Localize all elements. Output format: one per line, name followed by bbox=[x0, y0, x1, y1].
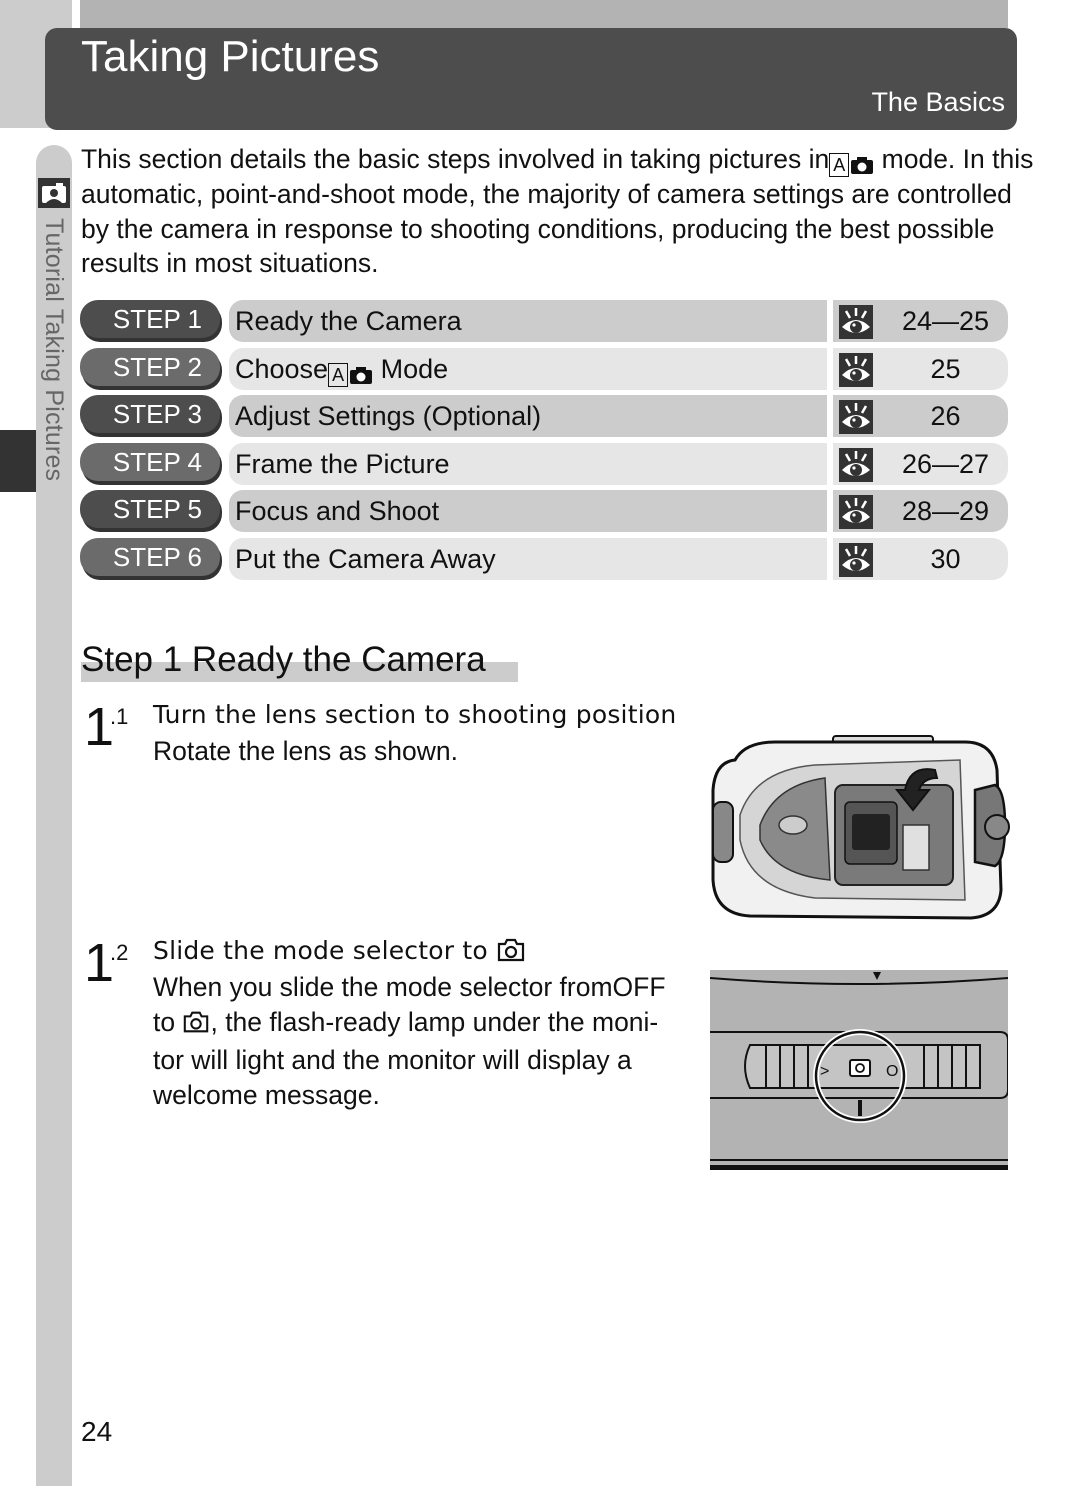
page-subtitle: The Basics bbox=[871, 87, 1005, 117]
step-title: Focus and Shoot bbox=[229, 490, 827, 533]
substep-body-line: to , the flash-ready lamp under the moni… bbox=[153, 1005, 693, 1044]
substep-title-text: Slide the mode selector to bbox=[153, 936, 488, 965]
step-row[interactable]: STEP 5 Focus and Shoot 28—29 bbox=[80, 490, 1010, 533]
auto-mode-box: A bbox=[829, 153, 850, 177]
step-title: Put the Camera Away bbox=[229, 537, 827, 580]
steps-overview-table: STEP 1 Ready the Camera 24—25 STEP 2 Cho… bbox=[80, 300, 1010, 586]
page-header: Taking Pictures The Basics bbox=[45, 28, 1017, 130]
eye-reference-icon bbox=[839, 352, 873, 387]
step-row[interactable]: STEP 6 Put the Camera Away 30 bbox=[80, 537, 1010, 580]
step-row[interactable]: STEP 3 Adjust Settings (Optional) 26 bbox=[80, 395, 1010, 438]
substep-minor-number: .1 bbox=[110, 704, 129, 729]
step-page-number: 24—25 bbox=[901, 306, 990, 336]
step-page-ref[interactable]: 24—25 bbox=[833, 300, 1008, 342]
step-badge: STEP 5 bbox=[80, 490, 220, 529]
substep-body-line: tor will light and the monitor will disp… bbox=[153, 1045, 632, 1075]
step-page-ref[interactable]: 30 bbox=[833, 537, 1008, 580]
intro-paragraph: This section details the basic steps inv… bbox=[81, 142, 1041, 281]
step-page-ref[interactable]: 26—27 bbox=[833, 442, 1008, 485]
mode-selector-illustration: > O bbox=[709, 970, 1009, 1170]
auto-mode-box: A bbox=[328, 362, 349, 387]
side-tab-label: Tutorial Taking Pictures bbox=[40, 218, 68, 482]
body-text: When you slide the mode selector from bbox=[153, 972, 613, 1002]
page-title: Taking Pictures bbox=[81, 32, 380, 81]
body-text: , the flash-ready lamp under the moni- bbox=[210, 1006, 659, 1037]
substep-body-line: When you slide the mode selector fromOFF bbox=[153, 970, 693, 1005]
eye-reference-icon bbox=[839, 495, 873, 530]
step-row[interactable]: STEP 4 Frame the Picture 26—27 bbox=[80, 442, 1010, 485]
substep-title: Turn the lens section to shooting positi… bbox=[153, 700, 677, 729]
step-title-suffix: Mode bbox=[373, 353, 449, 384]
step-page-ref[interactable]: 25 bbox=[833, 347, 1008, 390]
eye-reference-icon bbox=[839, 400, 873, 435]
header-top-band bbox=[80, 0, 1008, 28]
step-badge: STEP 1 bbox=[80, 300, 220, 338]
substep-body-line: welcome message. bbox=[153, 1079, 380, 1110]
step-badge: STEP 4 bbox=[80, 442, 220, 481]
substep-body: When you slide the mode selector fromOFF… bbox=[153, 970, 693, 1112]
step-title: Ready the Camera bbox=[229, 300, 827, 342]
page-number: 24 bbox=[81, 1416, 113, 1447]
step-row[interactable]: STEP 2 Choose A Mode 25 bbox=[80, 347, 1010, 390]
intro-text-start: This section details the basic steps inv… bbox=[81, 144, 830, 174]
step-page-number: 28—29 bbox=[901, 496, 990, 527]
auto-camera-mode-icon: A bbox=[328, 362, 373, 387]
off-label: OFF bbox=[612, 972, 666, 1002]
side-tab-marker bbox=[0, 430, 36, 492]
camera-icon bbox=[182, 1009, 210, 1044]
step-page-number: 25 bbox=[930, 353, 961, 384]
step-title-prefix: Choose bbox=[235, 353, 329, 384]
svg-text:>: > bbox=[820, 1063, 829, 1080]
eye-reference-icon bbox=[839, 447, 873, 482]
camera-mode-icon bbox=[38, 178, 70, 208]
auto-camera-mode-icon: A bbox=[829, 153, 874, 177]
step-badge: STEP 2 bbox=[80, 347, 220, 386]
step-row[interactable]: STEP 1 Ready the Camera 24—25 bbox=[80, 300, 1010, 342]
camera-lens-rotation-illustration bbox=[705, 730, 1015, 925]
eye-reference-icon bbox=[839, 305, 873, 339]
substep-minor-number: .2 bbox=[110, 940, 129, 965]
camera-icon bbox=[496, 937, 526, 969]
step-page-number: 26—27 bbox=[901, 448, 990, 479]
section-heading: Step 1 Ready the Camera bbox=[81, 640, 486, 679]
step-page-number: 30 bbox=[930, 543, 961, 574]
step-badge: STEP 6 bbox=[80, 537, 220, 576]
step-title: Choose A Mode bbox=[229, 347, 827, 390]
step-page-number: 26 bbox=[930, 401, 961, 432]
step-title: Adjust Settings (Optional) bbox=[229, 395, 827, 438]
substep-title: Slide the mode selector to bbox=[153, 936, 526, 969]
step-title: Frame the Picture bbox=[229, 442, 827, 485]
substep-body: Rotate the lens as shown. bbox=[153, 736, 458, 766]
body-text: to bbox=[153, 1006, 183, 1037]
step-page-ref[interactable]: 28—29 bbox=[833, 490, 1008, 533]
svg-text:O: O bbox=[886, 1063, 898, 1080]
eye-reference-icon bbox=[839, 542, 873, 577]
step-badge: STEP 3 bbox=[80, 395, 220, 434]
step-page-ref[interactable]: 26 bbox=[833, 395, 1008, 438]
